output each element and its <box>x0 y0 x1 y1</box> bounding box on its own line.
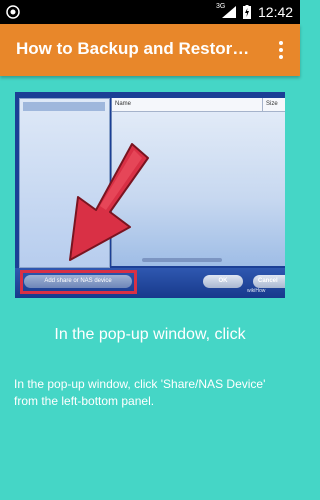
app-title: How to Backup and Restor… <box>16 39 250 58</box>
notification-icon <box>6 5 20 19</box>
highlight-box <box>20 270 137 294</box>
battery-charging-icon <box>243 5 251 19</box>
status-bar: 3G 12:42 <box>0 0 300 24</box>
clock: 12:42 <box>258 4 294 20</box>
overflow-menu-icon[interactable] <box>270 38 292 62</box>
app-bar: How to Backup and Restor… <box>0 24 300 76</box>
tutorial-screenshot: Name Size Add share or NAS device OK Can… <box>15 92 285 298</box>
cancel-button: Cancel <box>253 275 285 288</box>
screenshot-selected-item <box>23 102 105 111</box>
screenshot-list-header: Name Size <box>112 98 285 112</box>
column-size: Size <box>266 101 278 107</box>
step-heading: In the pop-up window, click <box>54 326 246 343</box>
ok-button: OK <box>203 275 243 288</box>
red-arrow-icon <box>69 143 149 261</box>
watermark: wikiHow <box>247 288 266 294</box>
step-description: In the pop-up window, click 'Share/NAS D… <box>14 377 266 408</box>
signal-icon <box>222 6 236 18</box>
column-name: Name <box>115 101 132 107</box>
screenshot-scrollbar <box>142 258 222 262</box>
